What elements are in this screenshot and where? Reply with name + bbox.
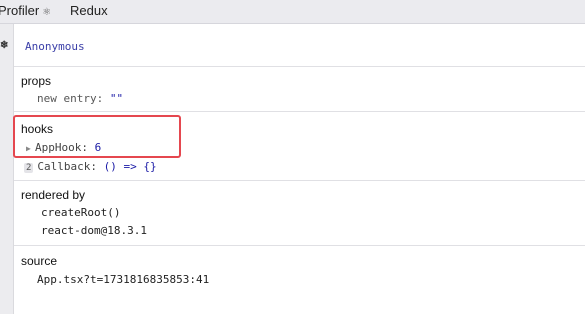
tab-redux-label: Redux [70, 3, 108, 18]
hook-colon: : [90, 160, 104, 173]
prop-key: new entry [37, 92, 97, 105]
prop-value[interactable]: "" [110, 92, 123, 105]
source-location-link[interactable]: App.tsx?t=1731816835853:41 [37, 273, 209, 286]
props-section-title: props [21, 74, 52, 88]
prop-row[interactable]: new entry: "" [37, 92, 123, 105]
hook-row[interactable]: 2 Callback: () => {} [24, 160, 157, 173]
gear-icon[interactable]: ❄ [0, 40, 8, 51]
hook-name: AppHook [35, 141, 82, 154]
divider [14, 66, 585, 67]
tab-redux[interactable]: Redux [70, 3, 108, 18]
hooks-section-title: hooks [21, 122, 54, 136]
hook-name: Callback [37, 160, 91, 173]
atom-icon: ⚛ [42, 7, 52, 18]
hook-index-badge: 2 [24, 163, 34, 173]
tab-profiler-label: Profiler [0, 3, 40, 18]
divider [14, 245, 585, 246]
prop-colon: : [96, 92, 110, 105]
hook-row[interactable]: ▶ AppHook: 6 [26, 141, 101, 154]
devtools-tab-bar: Profiler ⚛ Redux [0, 0, 585, 24]
source-section-title: source [21, 254, 58, 268]
left-gutter: ❄ [0, 24, 14, 314]
hook-value: () => {} [103, 160, 157, 173]
tab-profiler[interactable]: Profiler ⚛ [0, 3, 51, 18]
divider [14, 180, 585, 181]
selected-component-name: Anonymous [25, 40, 85, 53]
rendered-by-item[interactable]: createRoot() [41, 206, 120, 219]
rendered-by-section-title: rendered by [21, 188, 86, 202]
component-inspector-pane: Anonymous props new entry: "" hooks ▶ App… [14, 24, 585, 314]
rendered-by-item: react-dom@18.3.1 [41, 224, 147, 237]
expand-triangle-icon[interactable]: ▶ [26, 144, 35, 153]
hook-colon: : [81, 141, 95, 154]
hook-value: 6 [94, 141, 102, 154]
divider [14, 111, 585, 112]
